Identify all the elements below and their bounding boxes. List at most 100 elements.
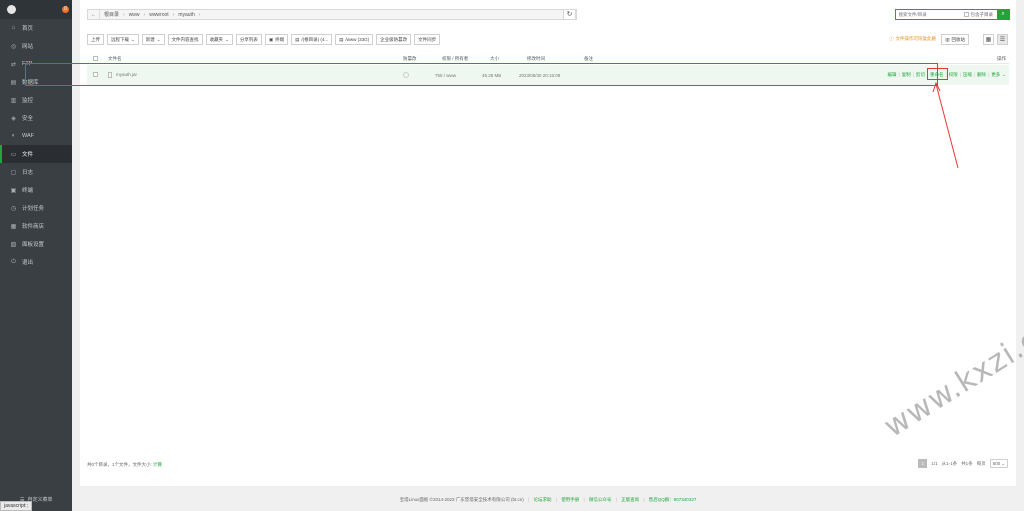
sidebar-item-label: 首页 bbox=[22, 26, 34, 32]
crumb-myauth[interactable]: myauth bbox=[174, 12, 198, 18]
annotation-arrow bbox=[932, 81, 959, 169]
recycle-tip[interactable]: ⓘ 文件操作可恢复此删 bbox=[889, 36, 936, 42]
sidebar-item[interactable]: ⌂ 首页 bbox=[0, 19, 72, 37]
toolbar-button[interactable]: 远程下载 ⌄ bbox=[107, 34, 139, 45]
sidebar-item-label: WAF bbox=[22, 133, 35, 139]
shield-icon: ◈ bbox=[11, 115, 16, 122]
toolbar-button-label: 文件内容查找 bbox=[171, 36, 199, 42]
sidebar-item-label: 计划任务 bbox=[22, 206, 45, 212]
crumb-www[interactable]: www bbox=[125, 12, 144, 18]
sidebar-item[interactable]: ▥ 监控 bbox=[0, 91, 72, 109]
chevron-down-icon: ⌄ bbox=[225, 36, 229, 42]
toolbar-button[interactable]: 文件同步 bbox=[414, 34, 441, 45]
info-icon: ⓘ bbox=[889, 36, 894, 41]
toolbar-button[interactable]: 收藏夹 ⌄ bbox=[205, 34, 233, 45]
chevron-down-icon: ⌄ bbox=[156, 36, 161, 42]
link-manual[interactable]: 使用手册 bbox=[561, 497, 579, 502]
col-mtime[interactable]: 修改时间 bbox=[527, 56, 545, 62]
toolbar-button[interactable]: 新建 ⌄ bbox=[141, 34, 165, 45]
per-page-select[interactable]: 500 ⌄ bbox=[989, 459, 1008, 468]
grid-view-icon[interactable]: ▦ bbox=[983, 34, 994, 45]
sidebar-item-label: 网站 bbox=[22, 44, 34, 50]
action-more[interactable]: 更多 bbox=[991, 72, 1000, 78]
back-icon[interactable]: ← bbox=[88, 10, 100, 19]
chevron-right-icon: › bbox=[198, 11, 201, 18]
search-input[interactable] bbox=[895, 10, 964, 19]
home-icon: ⌂ bbox=[11, 25, 16, 31]
notification-badge[interactable]: 0 bbox=[62, 6, 69, 13]
action-delete[interactable]: 删除 bbox=[977, 72, 986, 78]
link-qq-group[interactable]: 售后QQ群：907340327 bbox=[649, 497, 697, 502]
link-wechat[interactable]: 微信公众号 bbox=[589, 497, 612, 502]
database-icon: ▤ bbox=[10, 79, 17, 86]
crumb-root[interactable]: 根目录 bbox=[100, 11, 123, 18]
sidebar-menu: ⌂ 首页 ◎ 网站 ⇄ FTP ▤ 数据库 ▥ 监控 ◈ 安全 ◐ WAF ▭ 文件 ▢ 日志 ▣ 终端 ◷ 计划任务 ▦ 软… bbox=[0, 19, 72, 271]
sidebar-item[interactable]: ◷ 计划任务 bbox=[0, 199, 72, 217]
separator: | bbox=[959, 72, 961, 77]
action-permission[interactable]: 权限 bbox=[949, 72, 958, 78]
link-forum[interactable]: 论坛求助 bbox=[533, 497, 551, 502]
include-subdir-checkbox[interactable]: 包含子目录 bbox=[963, 11, 998, 18]
link-license[interactable]: 正版查询 bbox=[621, 497, 639, 502]
sidebar-item[interactable]: ▭ 文件 bbox=[0, 145, 72, 163]
sidebar-item[interactable]: ◈ 安全 bbox=[0, 109, 72, 127]
folder-icon: ▭ bbox=[10, 151, 17, 158]
col-size[interactable]: 大小 bbox=[490, 56, 499, 62]
search-icon[interactable]: ⌕ bbox=[997, 9, 1009, 20]
sidebar-item[interactable]: ▣ 终端 bbox=[0, 181, 72, 199]
toolbar-button[interactable]: ▣ 终端 bbox=[264, 34, 289, 45]
recycle-bin-button[interactable]: ▥ 回收站 bbox=[941, 34, 969, 45]
sidebar-item-label: 面板设置 bbox=[22, 242, 45, 248]
copyright-text: 宝塔Linux面板 ©2014-2023 广东堡塔安全技术有限公司 (bt.cn… bbox=[399, 497, 524, 502]
refresh-icon[interactable]: ↻ bbox=[563, 9, 576, 20]
toolbar-button-label: 文件同步 bbox=[418, 36, 437, 42]
log-icon: ▢ bbox=[10, 169, 17, 176]
sidebar-item[interactable]: ◐ WAF bbox=[0, 127, 72, 145]
chevron-down-icon: ⌄ bbox=[1002, 72, 1006, 77]
page-info: 1/1 bbox=[931, 461, 938, 466]
action-compress[interactable]: 压缩 bbox=[963, 72, 972, 78]
sidebar-item-label: 软件商店 bbox=[22, 224, 45, 230]
sidebar-item-label: 文件 bbox=[22, 152, 34, 158]
page-current[interactable]: 1 bbox=[918, 459, 928, 468]
toolbar-button[interactable]: ▤/(根目录) (4... bbox=[291, 34, 333, 45]
sidebar-item[interactable]: ▢ 日志 bbox=[0, 163, 72, 181]
drive-icon: ▤ bbox=[295, 36, 300, 42]
include-subdir-label: 包含子目录 bbox=[970, 11, 994, 17]
sidebar-item-label: 监控 bbox=[22, 98, 34, 104]
toolbar-button-label: 收藏夹 bbox=[209, 36, 224, 42]
pagination: 1 1/1 从1-1条 共1条 每页 500 ⌄ bbox=[918, 459, 1008, 468]
sidebar-item[interactable]: ▦ 软件商店 bbox=[0, 217, 72, 235]
toolbar-button[interactable]: 上传 bbox=[87, 34, 104, 45]
toolbar-button-label: 终端 bbox=[275, 36, 285, 42]
crumb-wwwroot[interactable]: wwwroot bbox=[145, 12, 172, 18]
list-view-icon[interactable]: ☰ bbox=[997, 34, 1008, 45]
col-perm[interactable]: 权限 / 所有者 bbox=[442, 56, 468, 62]
page-range: 从1-1条 bbox=[941, 460, 958, 466]
select-all-checkbox[interactable] bbox=[93, 56, 98, 62]
ftp-icon: ⇄ bbox=[10, 61, 17, 68]
toolbar-button-label: /www (33G) bbox=[345, 37, 370, 42]
toolbar-button-label: 分享列表 bbox=[239, 36, 258, 42]
sidebar-item[interactable]: ⏻ 退出 bbox=[0, 253, 72, 271]
col-protect: 防篡改 bbox=[403, 56, 417, 61]
toolbar-button[interactable]: 文件内容查找 bbox=[167, 34, 203, 45]
sidebar-item-label: 退出 bbox=[22, 260, 34, 266]
toolbar-button[interactable]: 企业级防篡改 bbox=[376, 34, 412, 45]
calc-size-link[interactable]: 计算 bbox=[153, 462, 162, 467]
sidebar-item[interactable]: ▧ 面板设置 bbox=[0, 235, 72, 253]
highlight-row-box bbox=[25, 63, 938, 86]
sidebar-item-label: 日志 bbox=[22, 170, 34, 176]
recycle-bin-label: 回收站 bbox=[951, 36, 966, 42]
recycle-tip-text: 文件操作可恢复此删 bbox=[895, 36, 937, 41]
highlight-rename-box bbox=[927, 68, 948, 80]
toolbar-button-label: 新建 bbox=[145, 36, 155, 42]
per-page-label: 每页 bbox=[976, 460, 986, 466]
page-total: 共1条 bbox=[961, 460, 973, 466]
toolbar-button[interactable]: ▤/www (33G) bbox=[335, 34, 374, 45]
search-box: 包含子目录 ⌕ bbox=[894, 9, 1010, 20]
toolbar-button[interactable]: 分享列表 bbox=[235, 34, 262, 45]
col-name[interactable]: 文件名 bbox=[108, 56, 122, 62]
sidebar-item[interactable]: ◎ 网站 bbox=[0, 37, 72, 55]
col-remark: 备注 bbox=[584, 56, 593, 61]
